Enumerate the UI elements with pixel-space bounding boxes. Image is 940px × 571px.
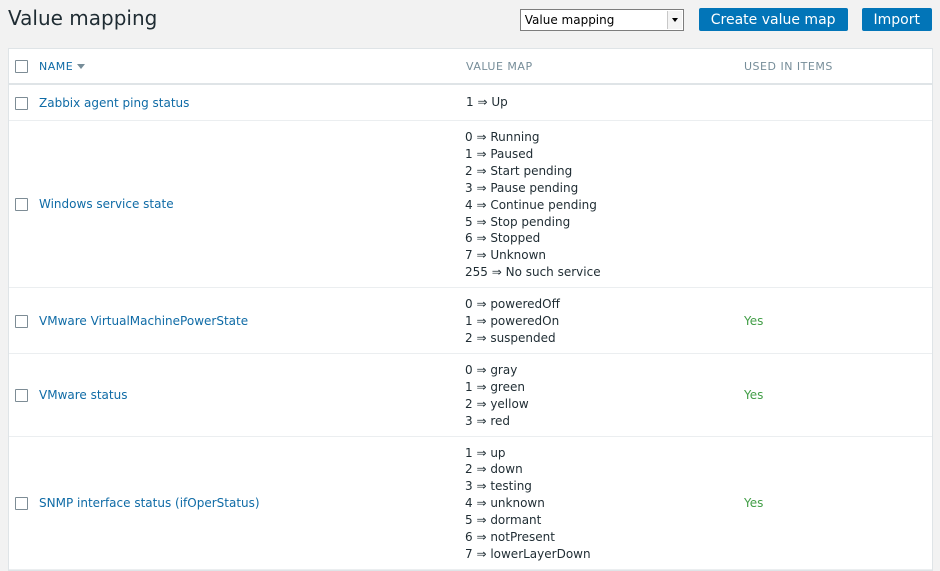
- row-checkbox[interactable]: [15, 496, 28, 510]
- column-name-label[interactable]: NAME: [39, 60, 73, 73]
- page-type-select[interactable]: Value mapping: [519, 8, 684, 31]
- value-map-entry: 1 ⇒ Up: [466, 95, 508, 110]
- value-map-entry: 2 ⇒ suspended: [465, 330, 556, 345]
- value-map-entry: 3 ⇒ testing: [465, 479, 532, 494]
- page-header: Value mapping Value mapping Create value…: [0, 0, 940, 38]
- create-value-map-button[interactable]: Create value map: [698, 8, 848, 31]
- value-map-entry: 6 ⇒ Stopped: [465, 231, 541, 246]
- table-row: SNMP interface status (ifOperStatus) 1 ⇒…: [9, 436, 932, 570]
- value-map-entry: 7 ⇒ lowerLayerDown: [465, 546, 591, 561]
- value-map-entry: 2 ⇒ yellow: [465, 396, 529, 411]
- select-all-checkbox[interactable]: [15, 59, 28, 73]
- table-row: VMware VirtualMachinePowerState 0 ⇒ powe…: [9, 287, 932, 354]
- select-all-cell: [9, 49, 38, 85]
- page-type-select-value: Value mapping: [524, 12, 615, 27]
- column-used-in-items: USED IN ITEMS: [743, 49, 932, 85]
- page-title: Value mapping: [8, 6, 158, 30]
- sort-desc-icon: [77, 64, 86, 69]
- table-row: Zabbix agent ping status 1 ⇒ Up: [9, 84, 932, 121]
- table-header-row: NAME VALUE MAP USED IN ITEMS: [9, 49, 932, 85]
- value-map-entry: 0 ⇒ poweredOff: [465, 297, 560, 312]
- value-map-entry: 4 ⇒ Continue pending: [465, 197, 597, 212]
- value-map-entry: 6 ⇒ notPresent: [465, 530, 555, 545]
- row-checkbox[interactable]: [15, 314, 28, 328]
- value-map-entry: 1 ⇒ up: [465, 445, 506, 460]
- value-map-entry: 1 ⇒ Paused: [465, 146, 534, 161]
- column-name[interactable]: NAME: [38, 49, 465, 85]
- value-map-name-link[interactable]: Windows service state: [39, 197, 174, 211]
- column-value-map: VALUE MAP: [465, 49, 743, 85]
- value-map-entry: 2 ⇒ Start pending: [465, 163, 573, 178]
- chevron-down-icon[interactable]: [666, 10, 682, 29]
- value-map-entry: 3 ⇒ red: [465, 413, 510, 428]
- value-map-entry: 1 ⇒ poweredOn: [465, 314, 560, 329]
- value-map-entry: 1 ⇒ green: [465, 379, 525, 394]
- import-button[interactable]: Import: [861, 8, 932, 31]
- value-map-entry: 2 ⇒ down: [465, 462, 523, 477]
- value-map-entry: 0 ⇒ gray: [465, 362, 518, 377]
- value-map-table: NAME VALUE MAP USED IN ITEMS Zabbix agen…: [8, 48, 933, 571]
- value-map-entry: 3 ⇒ Pause pending: [465, 180, 579, 195]
- row-checkbox[interactable]: [15, 198, 28, 212]
- table-row: VMware status 0 ⇒ gray 1 ⇒ green 2 ⇒ yel…: [9, 353, 932, 437]
- value-map-entry: 4 ⇒ unknown: [465, 496, 545, 511]
- value-map-name-link[interactable]: Zabbix agent ping status: [39, 96, 189, 110]
- value-map-name-link[interactable]: VMware VirtualMachinePowerState: [39, 314, 248, 328]
- row-checkbox[interactable]: [15, 388, 28, 402]
- value-map-name-link[interactable]: VMware status: [39, 388, 127, 402]
- value-map-entry: 5 ⇒ dormant: [465, 513, 542, 528]
- row-checkbox[interactable]: [15, 96, 28, 110]
- used-in-items-value: Yes: [744, 495, 764, 510]
- value-map-name-link[interactable]: SNMP interface status (ifOperStatus): [39, 496, 260, 510]
- value-map-entry: 7 ⇒ Unknown: [465, 248, 547, 263]
- used-in-items-value: Yes: [744, 387, 764, 402]
- header-controls: Value mapping Create value map Import: [519, 8, 932, 31]
- value-map-entry: 0 ⇒ Running: [465, 130, 540, 144]
- value-map-entry: 5 ⇒ Stop pending: [465, 214, 571, 229]
- value-map-entry: 255 ⇒ No such service: [465, 265, 601, 280]
- table-row: Windows service state 0 ⇒ Running 1 ⇒ Pa…: [9, 120, 932, 289]
- used-in-items-value: Yes: [744, 313, 764, 328]
